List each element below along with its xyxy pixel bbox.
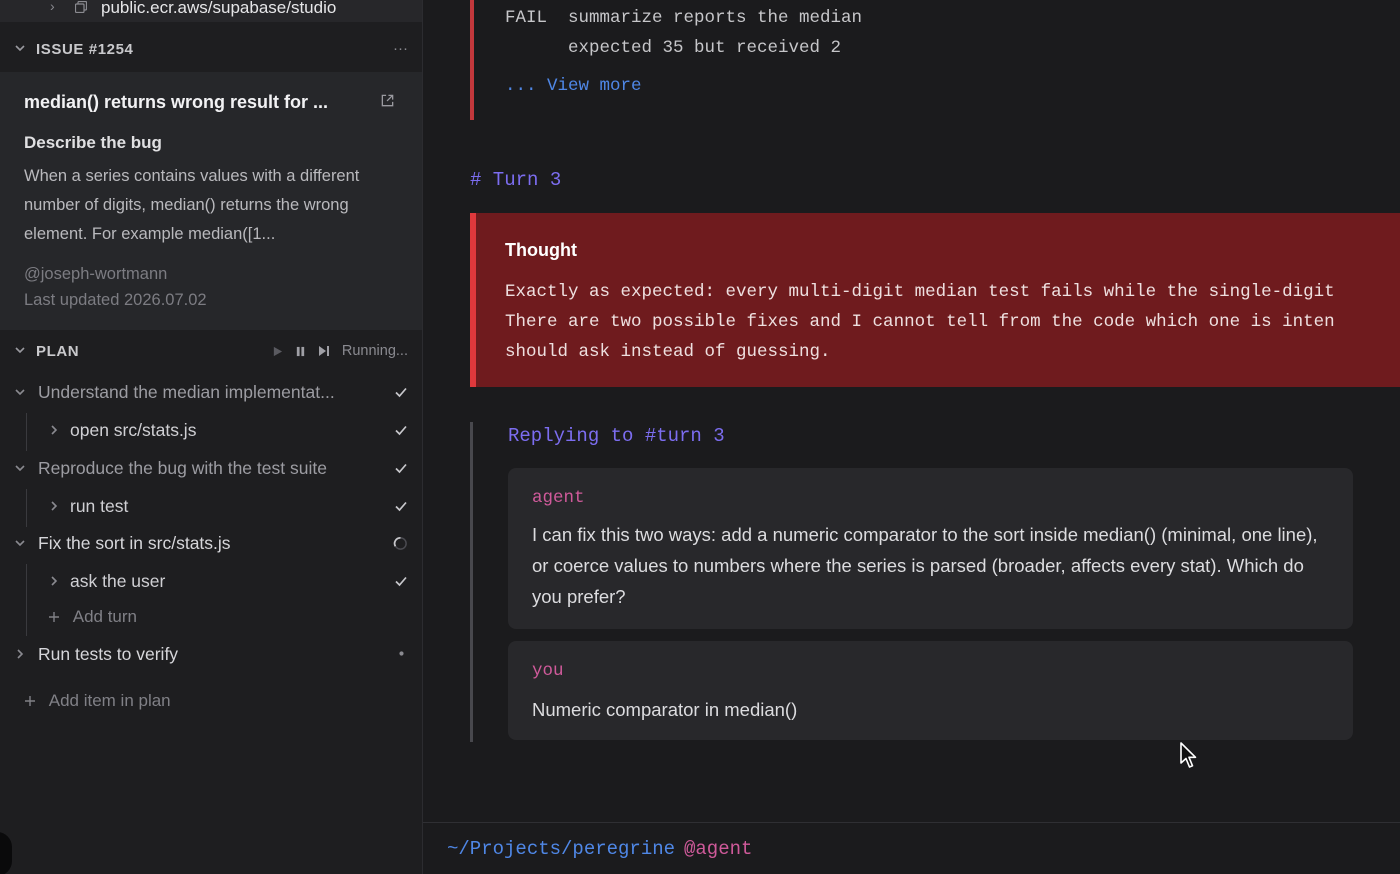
step-forward-icon[interactable] — [318, 345, 330, 357]
plan-item[interactable]: Fix the sort in src/stats.js — [0, 527, 422, 561]
chevron-right-icon[interactable] — [48, 500, 60, 512]
pause-icon[interactable] — [295, 346, 306, 357]
thought-block: Thought Exactly as expected: every multi… — [470, 213, 1400, 387]
add-plan-item-button[interactable]: Add item in plan — [24, 691, 171, 711]
spinner-icon — [393, 537, 407, 550]
thought-text: Exactly as expected: every multi-digit m… — [505, 277, 1335, 367]
sidebar: › public.ecr.aws/supabase/studio ISSUE #… — [0, 0, 423, 874]
thought-title: Thought — [505, 240, 577, 260]
plus-icon — [25, 696, 35, 706]
thought-line: Exactly as expected: every multi-digit m… — [505, 282, 1335, 302]
plan-item[interactable]: Reproduce the bug with the test suite — [0, 452, 422, 486]
test-output-line: FAIL summarize reports the median — [505, 8, 863, 28]
check-icon — [395, 425, 407, 436]
cursor-icon — [1180, 742, 1197, 768]
description-text: When a series contains values with a dif… — [24, 167, 360, 243]
user-message: you Numeric comparator in median() — [508, 641, 1353, 740]
check-icon — [395, 576, 407, 587]
thought-accent-bar — [470, 213, 476, 387]
chevron-right-icon[interactable] — [48, 575, 60, 587]
issue-author[interactable]: @joseph-wortmann — [24, 265, 167, 284]
chevron-down-icon[interactable] — [14, 386, 26, 398]
plan-controls: Running... — [272, 343, 408, 359]
play-icon[interactable] — [272, 346, 283, 357]
reply-thread-bar — [470, 422, 473, 742]
check-icon — [395, 463, 407, 474]
plan-item[interactable]: Run tests to verify — [0, 638, 422, 672]
message-author: you — [532, 661, 564, 681]
agent-message: agent I can fix this two ways: add a num… — [508, 468, 1353, 629]
prompt-bar[interactable]: ~/Projects/peregrine @agent — [423, 822, 1400, 874]
chevron-down-icon[interactable] — [14, 462, 26, 474]
check-icon — [395, 387, 407, 398]
issue-section-title: ISSUE #1254 — [36, 41, 134, 58]
plan-item-label: Fix the sort in src/stats.js — [38, 533, 231, 553]
issue-section-header[interactable]: ISSUE #1254 ··· — [0, 30, 422, 70]
issue-card: median() returns wrong result for ... De… — [0, 72, 422, 330]
thought-line: There are two possible fixes and I canno… — [505, 312, 1335, 332]
message-text: I can fix this two ways: add a numeric c… — [532, 524, 1318, 607]
reply-header[interactable]: Replying to #turn 3 — [508, 425, 725, 447]
plan-subitem-label: run test — [70, 496, 129, 516]
plan-section-header[interactable]: PLAN Running... — [0, 332, 422, 372]
plan-section-title: PLAN — [36, 343, 80, 360]
plan-item-label: Reproduce the bug with the test suite — [38, 458, 327, 478]
description-heading: Describe the bug — [24, 133, 162, 152]
conversation-panel: FAIL summarize reports the median expect… — [423, 0, 1400, 874]
prompt-agent-tag: @agent — [684, 838, 753, 860]
image-name: public.ecr.aws/supabase/studio — [101, 0, 337, 17]
chevron-right-icon[interactable] — [14, 648, 26, 660]
message-text: Numeric comparator in median() — [532, 699, 798, 720]
dot-icon — [399, 651, 404, 656]
issue-updated: Last updated 2026.07.02 — [24, 291, 207, 309]
plan-subitem[interactable]: run test — [0, 490, 422, 524]
add-turn-button[interactable]: Add turn — [48, 607, 137, 627]
chevron-down-icon[interactable] — [14, 537, 26, 549]
chevron-down-icon[interactable] — [14, 42, 26, 54]
chevron-right-icon[interactable] — [48, 424, 60, 436]
reply-thread: Replying to #turn 3 agent I can fix this… — [470, 422, 1400, 742]
turn-header[interactable]: # Turn 3 — [470, 169, 561, 191]
plan-item[interactable]: Understand the median implementat... — [0, 376, 422, 410]
prompt-path: ~/Projects/peregrine — [447, 838, 676, 860]
plan-status-text: Running... — [341, 343, 408, 359]
issue-title[interactable]: median() returns wrong result for ... — [24, 92, 328, 113]
plus-icon — [49, 612, 59, 622]
copy-icon — [75, 1, 87, 13]
chevron-right-icon[interactable]: › — [50, 0, 55, 14]
avatar[interactable] — [0, 832, 12, 874]
plan-item-label: Run tests to verify — [38, 644, 179, 664]
external-link-icon[interactable] — [380, 93, 395, 108]
more-options-icon[interactable]: ··· — [393, 40, 408, 57]
thought-line: should ask instead of guessing. — [505, 342, 831, 362]
test-output-block: FAIL summarize reports the median expect… — [470, 0, 1400, 120]
message-author: agent — [532, 488, 585, 508]
add-turn-label: Add turn — [72, 607, 137, 626]
view-more-link[interactable]: ... View more — [505, 76, 642, 96]
test-output-line: expected 35 but received 2 — [505, 38, 842, 58]
plan-subitem-label: open src/stats.js — [70, 420, 197, 440]
add-plan-item-label: Add item in plan — [48, 691, 171, 710]
plan-subitem[interactable]: open src/stats.js — [0, 414, 422, 448]
plan-subitem-label: ask the user — [70, 571, 166, 591]
check-icon — [395, 501, 407, 512]
plan-subitem[interactable]: ask the user — [0, 565, 422, 599]
plan-item-label: Understand the median implementat... — [38, 382, 335, 402]
chevron-down-icon[interactable] — [14, 344, 26, 356]
image-list-item[interactable]: › public.ecr.aws/supabase/studio — [0, 0, 422, 22]
error-bar — [470, 0, 474, 120]
